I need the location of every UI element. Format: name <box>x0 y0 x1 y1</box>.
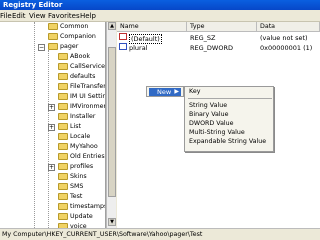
value-type: REG_SZ <box>190 34 216 42</box>
binary-value-icon <box>119 43 127 50</box>
tree-guide-line <box>48 50 49 228</box>
tree-guide-line <box>34 22 35 228</box>
expand-icon[interactable]: + <box>48 124 55 131</box>
folder-icon <box>58 83 68 90</box>
menu-edit[interactable]: Edit <box>12 11 26 21</box>
menu-item-expandable-string-value[interactable]: Expandable String Value <box>189 138 266 146</box>
folder-icon <box>58 143 68 150</box>
scroll-down-icon[interactable]: ▼ <box>108 218 116 226</box>
scroll-up-icon[interactable]: ▲ <box>108 22 116 30</box>
menu-item-string-value[interactable]: String Value <box>189 102 227 110</box>
column-header-type[interactable]: Type <box>187 22 257 32</box>
menu-help[interactable]: Help <box>80 11 96 21</box>
value-row[interactable]: plural REG_DWORD 0x00000001 (1) <box>117 43 320 53</box>
title-bar: Registry Editor <box>0 0 320 10</box>
folder-icon <box>58 173 68 180</box>
status-bar: My Computer\HKEY_CURRENT_USER\Software\Y… <box>0 228 320 240</box>
open-folder-icon <box>48 43 58 50</box>
value-type: REG_DWORD <box>190 44 233 52</box>
value-row[interactable]: (Default) REG_SZ (value not set) <box>117 33 320 44</box>
value-data: (value not set) <box>260 34 308 42</box>
value-data: 0x00000001 (1) <box>260 44 313 52</box>
folder-icon <box>58 73 68 80</box>
folder-icon <box>48 23 58 30</box>
folder-icon <box>48 33 58 40</box>
folder-icon <box>58 163 68 170</box>
window-title: Registry Editor <box>3 1 63 9</box>
folder-icon <box>58 113 68 120</box>
folder-icon <box>58 103 68 110</box>
context-menu: New ▶ <box>146 86 184 97</box>
folder-icon <box>58 193 68 200</box>
menu-view[interactable]: View <box>29 11 46 21</box>
collapse-icon[interactable]: − <box>38 44 45 51</box>
column-header-name[interactable]: Name <box>117 22 187 32</box>
column-header-data[interactable]: Data <box>257 22 320 32</box>
menu-separator <box>188 98 272 99</box>
folder-icon <box>58 213 68 220</box>
menu-item-multi-string-value[interactable]: Multi-String Value <box>189 129 245 137</box>
folder-icon <box>58 123 68 130</box>
submenu-arrow-icon: ▶ <box>174 88 179 95</box>
menu-item-binary-value[interactable]: Binary Value <box>189 111 229 119</box>
folder-icon <box>58 93 68 100</box>
folder-icon <box>58 53 68 60</box>
string-value-icon <box>119 33 127 40</box>
menu-item-new[interactable]: New ▶ <box>149 88 181 96</box>
menu-favorites[interactable]: Favorites <box>48 11 80 21</box>
menu-item-key[interactable]: Key <box>189 88 200 96</box>
menu-bar: File Edit View Favorites Help <box>0 10 320 22</box>
new-submenu: Key String Value Binary Value DWORD Valu… <box>184 86 274 152</box>
expand-icon[interactable]: + <box>48 164 55 171</box>
folder-icon <box>58 153 68 160</box>
folder-icon <box>58 63 68 70</box>
menu-file[interactable]: File <box>0 11 12 21</box>
expand-icon[interactable]: + <box>48 104 55 111</box>
tree-scrollbar[interactable]: ▲ ▼ <box>106 22 116 228</box>
value-name: plural <box>129 44 148 52</box>
menu-item-dword-value[interactable]: DWORD Value <box>189 120 234 128</box>
registry-tree[interactable]: Common Companion − pager ABook CallServi… <box>0 22 106 228</box>
folder-icon <box>58 133 68 140</box>
status-path: My Computer\HKEY_CURRENT_USER\Software\Y… <box>2 231 203 238</box>
folder-icon <box>58 183 68 190</box>
folder-icon <box>58 203 68 210</box>
scroll-thumb[interactable] <box>108 47 116 197</box>
